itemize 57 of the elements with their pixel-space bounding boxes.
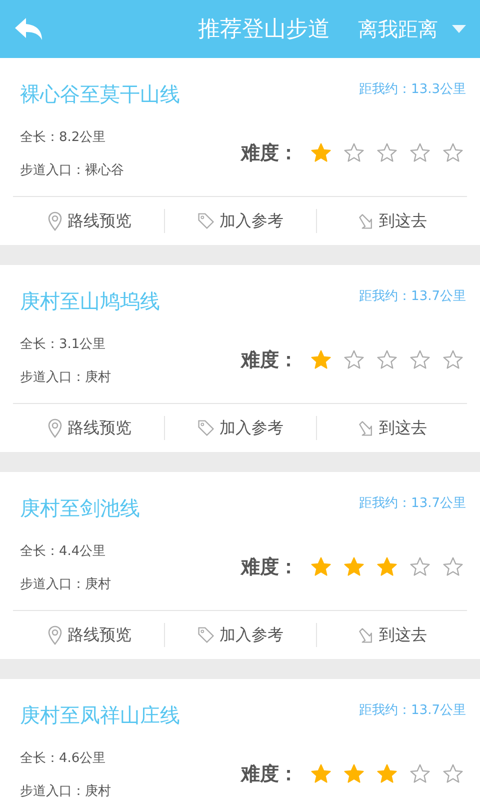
star-icon xyxy=(343,556,365,578)
length-text: 全长：4.4公里 xyxy=(20,542,107,560)
star-icon xyxy=(310,556,332,578)
star-icon xyxy=(442,142,464,164)
difficulty-label: 难度： xyxy=(241,141,298,166)
action-button[interactable]: 路线预览 xyxy=(38,206,140,236)
action-button[interactable]: 到这去 xyxy=(348,620,435,650)
location-pin-icon xyxy=(46,625,64,645)
star-icon xyxy=(376,763,398,785)
length-text: 全长：8.2公里 xyxy=(20,128,107,146)
entrance-text: 步道入口：裸心谷 xyxy=(20,162,124,178)
difficulty-label: 难度： xyxy=(241,348,298,373)
star-icon xyxy=(442,556,464,578)
star-icon xyxy=(409,349,431,371)
caret-icon[interactable] xyxy=(452,25,466,33)
star-icon xyxy=(310,349,332,371)
star-icon xyxy=(343,142,365,164)
entrance-text: 步道入口：庚村 xyxy=(20,576,111,592)
distance-text: 距我约：13.7公里 xyxy=(359,702,466,719)
action-button[interactable]: 路线预览 xyxy=(38,414,140,442)
action-button[interactable]: 到这去 xyxy=(348,206,435,236)
distance-text: 距我约：13.3公里 xyxy=(359,81,466,98)
arrow-icon xyxy=(356,625,375,645)
arrow-icon xyxy=(356,418,375,438)
page-title: 推荐登山步道 xyxy=(198,16,330,44)
arrow-icon xyxy=(356,211,375,231)
action-button[interactable]: 加入参考 xyxy=(189,620,292,650)
star-icon xyxy=(310,142,332,164)
entrance-text: 步道入口：庚村 xyxy=(20,368,111,386)
star-icon xyxy=(409,142,431,164)
back-icon[interactable] xyxy=(14,16,44,42)
star-icon xyxy=(376,349,398,371)
star-icon xyxy=(310,763,332,785)
star-icon xyxy=(442,349,464,371)
length-text: 全长：3.1公里 xyxy=(20,336,107,352)
action-button[interactable]: 到这去 xyxy=(348,414,435,442)
distance-text: 距我约：13.7公里 xyxy=(359,288,466,305)
action-button[interactable]: 加入参考 xyxy=(189,206,292,236)
star-icon xyxy=(343,349,365,371)
location-pin-icon xyxy=(46,211,64,231)
location-pin-icon xyxy=(46,418,64,438)
star-icon xyxy=(376,556,398,578)
difficulty-label: 难度： xyxy=(241,555,298,580)
star-icon xyxy=(343,763,365,785)
tag-icon xyxy=(197,418,216,438)
star-icon xyxy=(442,763,464,785)
tag-icon xyxy=(197,211,216,231)
star-icon xyxy=(409,556,431,578)
star-icon xyxy=(376,142,398,164)
entrance-text: 步道入口：庚村 xyxy=(20,782,111,800)
length-text: 全长：4.6公里 xyxy=(20,750,107,766)
star-icon xyxy=(409,763,431,785)
difficulty-label: 难度： xyxy=(241,762,298,787)
action-button[interactable]: 加入参考 xyxy=(189,414,292,442)
action-button[interactable]: 路线预览 xyxy=(38,620,140,650)
distance-text: 距我约：13.7公里 xyxy=(359,495,466,512)
tag-icon xyxy=(197,625,216,645)
